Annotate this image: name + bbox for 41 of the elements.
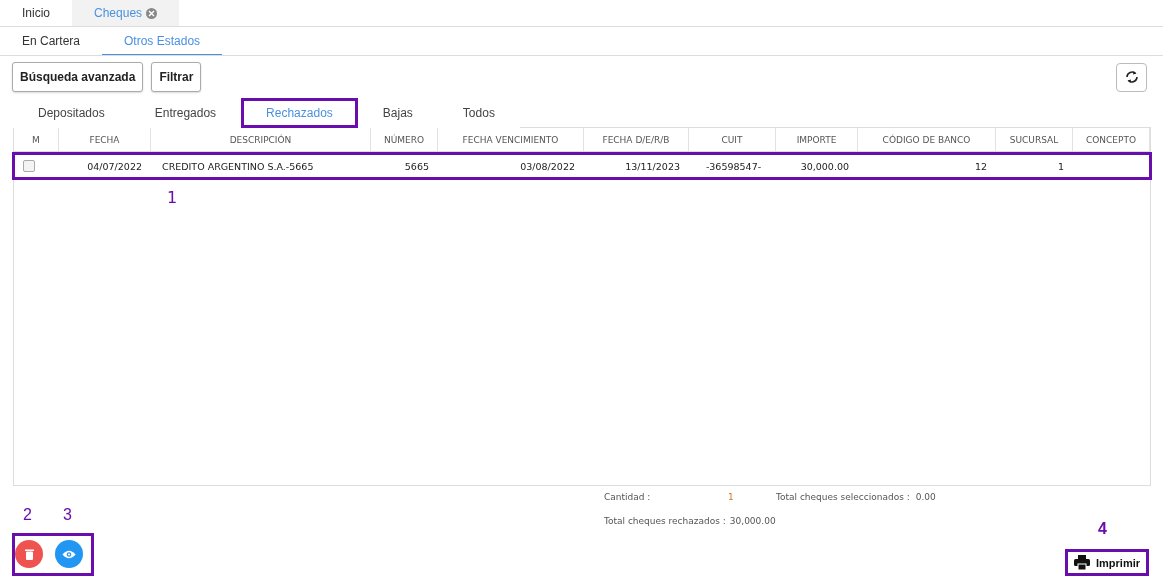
refresh-button[interactable] xyxy=(1116,62,1147,92)
eye-icon xyxy=(62,549,76,559)
column-header: CÓDIGO DE BANCO xyxy=(858,128,996,151)
column-header: SUCURSAL xyxy=(996,128,1073,151)
table-cell-text: 13/11/2023 xyxy=(624,159,681,174)
table-cell-text: 04/07/2022 xyxy=(86,159,143,174)
column-header: FECHA xyxy=(59,128,151,151)
annotation-number: 3 xyxy=(63,506,72,524)
sub-tab[interactable]: En Cartera xyxy=(0,27,103,55)
annotation-number: 2 xyxy=(23,506,32,524)
printer-icon xyxy=(1074,555,1090,570)
summary-label: Total cheques seleccionados : xyxy=(776,492,910,502)
filter-button[interactable]: Filtrar xyxy=(151,62,202,92)
summary-label: Cantidad : xyxy=(604,492,652,502)
advanced-search-button[interactable]: Búsqueda avanzada xyxy=(12,62,144,92)
summary-label: Total cheques rechazados : xyxy=(604,516,726,526)
summary-value: 30,000.00 xyxy=(729,516,776,526)
top-tab[interactable]: Inicio xyxy=(0,0,72,26)
summary-value: 0.00 xyxy=(915,492,936,502)
annotation-number: 1 xyxy=(167,188,178,207)
table-cell-text: -36598547- xyxy=(704,159,763,174)
table-cell-text: 1 xyxy=(1056,159,1065,174)
table-cell-text: 12 xyxy=(973,159,988,174)
column-header: FECHA VENCIMIENTO xyxy=(438,128,584,151)
table-cell-text: CREDITO ARGENTINO S.A.-5665 xyxy=(161,159,315,174)
refresh-icon xyxy=(1124,69,1139,85)
column-header: DESCRIPCIÓN xyxy=(151,128,371,151)
annotation-number: 4 xyxy=(1098,520,1107,538)
table-cell-text: 30,000.00 xyxy=(799,159,850,174)
table-cell-text: 5665 xyxy=(403,159,430,174)
table-cell-text: 03/08/2022 xyxy=(519,159,576,174)
row-checkbox[interactable] xyxy=(23,160,35,172)
trash-icon xyxy=(24,548,34,560)
column-header: M xyxy=(14,128,59,151)
column-header: NÚMERO xyxy=(371,128,438,151)
summary-value: 1 xyxy=(728,492,735,502)
column-header: FECHA D/E/R/B xyxy=(584,128,689,151)
column-header: CUIT xyxy=(689,128,776,151)
close-icon[interactable] xyxy=(146,7,158,19)
column-header: CONCEPTO xyxy=(1073,128,1150,151)
column-header: IMPORTE xyxy=(776,128,858,151)
